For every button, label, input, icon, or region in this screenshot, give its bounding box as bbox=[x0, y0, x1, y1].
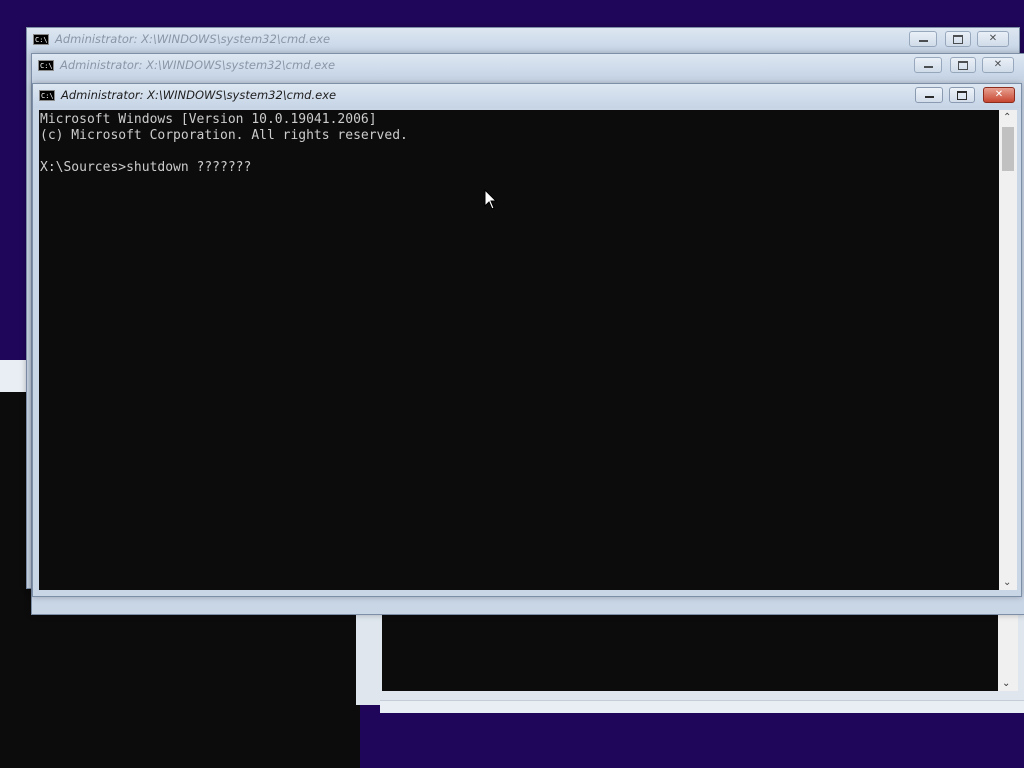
window-title: Administrator: X:\WINDOWS\system32\cmd.e… bbox=[61, 88, 337, 102]
maximize-button[interactable] bbox=[949, 87, 975, 103]
title-bar[interactable]: C:\ Administrator: X:\WINDOWS\system32\c… bbox=[33, 84, 1021, 108]
cmd-icon: C:\ bbox=[33, 34, 49, 45]
maximize-icon bbox=[958, 61, 968, 70]
chevron-down-icon[interactable]: ⌄ bbox=[1002, 678, 1010, 689]
scrollbar-thumb[interactable] bbox=[1002, 127, 1014, 171]
close-icon: ✕ bbox=[994, 89, 1004, 100]
minimize-icon bbox=[924, 96, 934, 98]
console-line: (c) Microsoft Corporation. All rights re… bbox=[40, 128, 408, 143]
chevron-up-icon[interactable]: ⌃ bbox=[1003, 112, 1011, 123]
chevron-down-icon[interactable]: ⌄ bbox=[1003, 577, 1011, 588]
close-icon: ✕ bbox=[988, 33, 998, 44]
console-line: X:\Sources>shutdown ??????? bbox=[40, 160, 252, 175]
background-window-edge bbox=[380, 700, 1024, 713]
cmd-icon: C:\ bbox=[39, 90, 55, 101]
window-title: Administrator: X:\WINDOWS\system32\cmd.e… bbox=[55, 32, 331, 46]
close-button[interactable]: ✕ bbox=[983, 87, 1015, 103]
console-line: Microsoft Windows [Version 10.0.19041.20… bbox=[40, 112, 377, 127]
close-button[interactable]: ✕ bbox=[977, 31, 1009, 47]
close-button[interactable]: ✕ bbox=[982, 57, 1014, 73]
maximize-button[interactable] bbox=[950, 57, 976, 73]
minimize-button[interactable] bbox=[915, 87, 943, 103]
console-output[interactable]: Microsoft Windows [Version 10.0.19041.20… bbox=[39, 110, 999, 590]
cmd-icon: C:\ bbox=[38, 60, 54, 71]
cmd-window[interactable]: C:\ Administrator: X:\WINDOWS\system32\c… bbox=[32, 83, 1022, 597]
title-bar[interactable]: C:\ Administrator: X:\WINDOWS\system32\c… bbox=[27, 28, 1019, 52]
minimize-button[interactable] bbox=[909, 31, 937, 47]
minimize-icon bbox=[918, 40, 928, 42]
minimize-button[interactable] bbox=[914, 57, 942, 73]
title-bar[interactable]: C:\ Administrator: X:\WINDOWS\system32\c… bbox=[32, 54, 1024, 78]
close-icon: ✕ bbox=[993, 59, 1003, 70]
mouse-pointer-icon bbox=[484, 189, 498, 210]
vertical-scrollbar[interactable]: ⌃ ⌄ bbox=[999, 110, 1017, 590]
maximize-icon bbox=[953, 35, 963, 44]
minimize-icon bbox=[923, 66, 933, 68]
window-title: Administrator: X:\WINDOWS\system32\cmd.e… bbox=[60, 58, 336, 72]
console-text: Microsoft Windows [Version 10.0.19041.20… bbox=[39, 110, 999, 176]
maximize-button[interactable] bbox=[945, 31, 971, 47]
maximize-icon bbox=[957, 91, 967, 100]
